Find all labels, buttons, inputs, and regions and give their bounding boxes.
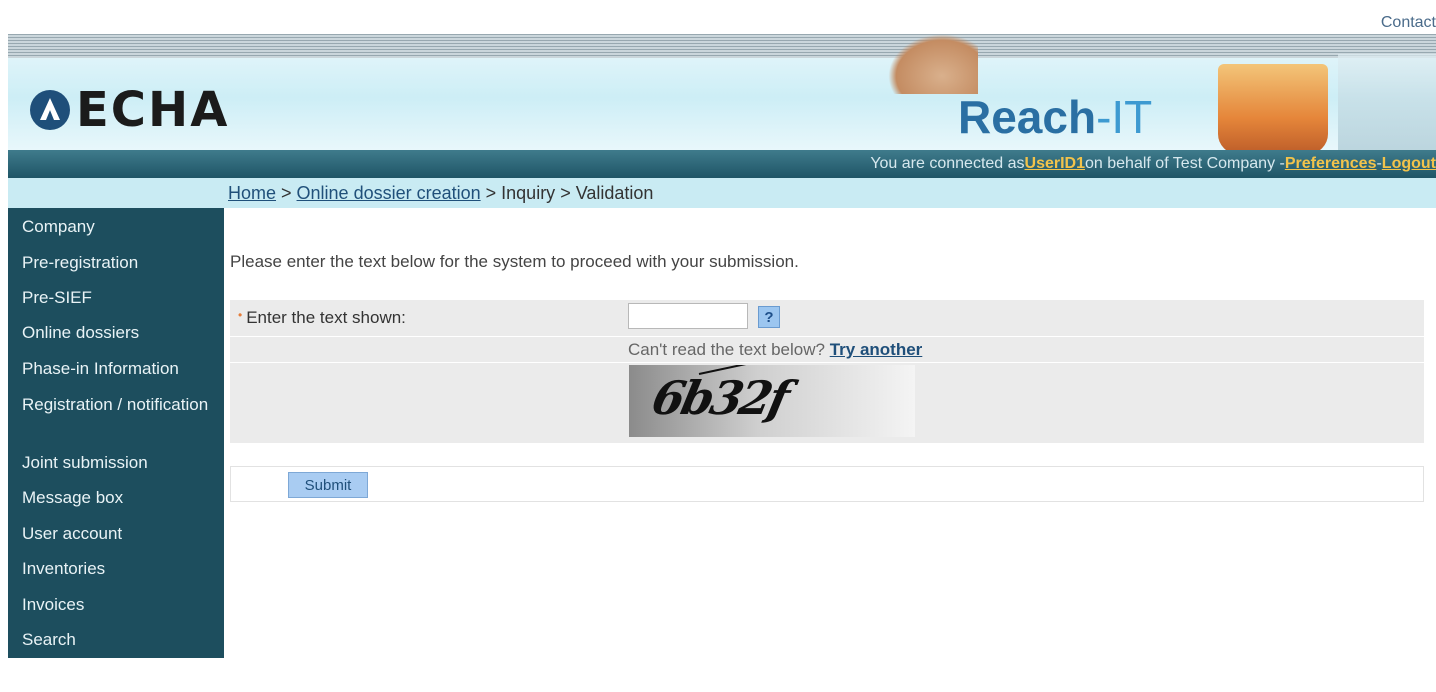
banner-lab-image xyxy=(1338,54,1436,150)
sidebar-item-message-box[interactable]: Message box xyxy=(8,487,224,509)
user-status-bar: You are connected as UserID1 on behalf o… xyxy=(8,150,1436,178)
submit-row: Submit xyxy=(230,466,1424,502)
sidebar-item-pre-sief[interactable]: Pre-SIEF xyxy=(8,287,224,309)
cant-read-label: Can't read the text below? xyxy=(628,340,830,359)
breadcrumb-sep: > xyxy=(480,183,502,203)
captcha-refresh-row: Can't read the text below? Try another xyxy=(230,337,1424,363)
reach-it-title-suffix: -IT xyxy=(1096,91,1153,143)
try-another-link[interactable]: Try another xyxy=(830,340,923,359)
breadcrumb-bar: Home > Online dossier creation > Inquiry… xyxy=(8,178,1436,208)
cant-read-text: Can't read the text below? Try another xyxy=(628,340,922,360)
sidebar-item-invoices[interactable]: Invoices xyxy=(8,594,224,616)
logout-link[interactable]: Logout xyxy=(1382,155,1436,173)
sidebar-item-phase-in-information[interactable]: Phase-in Information xyxy=(8,358,224,380)
breadcrumb-sep: > xyxy=(276,183,297,203)
captcha-image: 6b32f xyxy=(629,365,915,437)
sidebar-item-pre-registration[interactable]: Pre-registration xyxy=(8,252,224,274)
sidebar-nav: Company Pre-registration Pre-SIEF Online… xyxy=(8,208,224,658)
banner-beaker-image xyxy=(1218,64,1328,150)
captcha-form: • Enter the text shown: ? Can't read the … xyxy=(230,300,1424,443)
header-banner: ECHA Reach-IT xyxy=(8,34,1436,150)
captcha-input[interactable] xyxy=(628,303,748,329)
breadcrumb-home[interactable]: Home xyxy=(228,183,276,203)
captcha-image-text: 6b32f xyxy=(647,371,792,425)
sidebar-item-company[interactable]: Company xyxy=(8,216,224,238)
sidebar-item-online-dossiers[interactable]: Online dossiers xyxy=(8,322,224,344)
breadcrumb-validation: Validation xyxy=(575,183,654,203)
sidebar-item-registration-notification[interactable]: Registration / notification xyxy=(8,394,224,416)
sidebar-item-joint-submission[interactable]: Joint submission xyxy=(8,452,224,474)
help-icon[interactable]: ? xyxy=(758,306,780,328)
echa-logo-icon xyxy=(30,90,70,130)
contact-link[interactable]: Contact xyxy=(1381,14,1436,32)
page: Contact ECHA Reach-IT You are connected … xyxy=(0,0,1436,692)
submit-button[interactable]: Submit xyxy=(288,472,368,498)
user-status-company: on behalf of Test Company - xyxy=(1085,155,1285,172)
user-id-link[interactable]: UserID1 xyxy=(1025,155,1085,173)
breadcrumb: Home > Online dossier creation > Inquiry… xyxy=(228,183,653,204)
banner-stripes xyxy=(8,34,1436,58)
user-status-prefix: You are connected as xyxy=(870,155,1025,172)
breadcrumb-sep: > xyxy=(555,183,576,203)
preferences-link[interactable]: Preferences xyxy=(1285,155,1377,173)
captcha-label: • Enter the text shown: xyxy=(238,308,406,328)
breadcrumb-inquiry: Inquiry xyxy=(501,183,556,203)
banner-hand-image xyxy=(888,34,978,94)
reach-it-title: Reach-IT xyxy=(958,90,1152,144)
breadcrumb-online-dossier[interactable]: Online dossier creation xyxy=(297,183,481,203)
reach-it-title-main: Reach xyxy=(958,91,1097,143)
echa-logo-text: ECHA xyxy=(76,82,230,138)
instruction-text: Please enter the text below for the syst… xyxy=(230,252,799,271)
captcha-label-text: Enter the text shown: xyxy=(246,308,406,327)
echa-logo[interactable]: ECHA xyxy=(30,82,229,138)
sidebar-item-inventories[interactable]: Inventories xyxy=(8,558,224,580)
sidebar-item-search[interactable]: Search xyxy=(8,629,224,651)
sidebar-item-user-account[interactable]: User account xyxy=(8,523,224,545)
captcha-input-row: • Enter the text shown: ? xyxy=(230,300,1424,337)
required-marker-icon: • xyxy=(238,308,243,322)
